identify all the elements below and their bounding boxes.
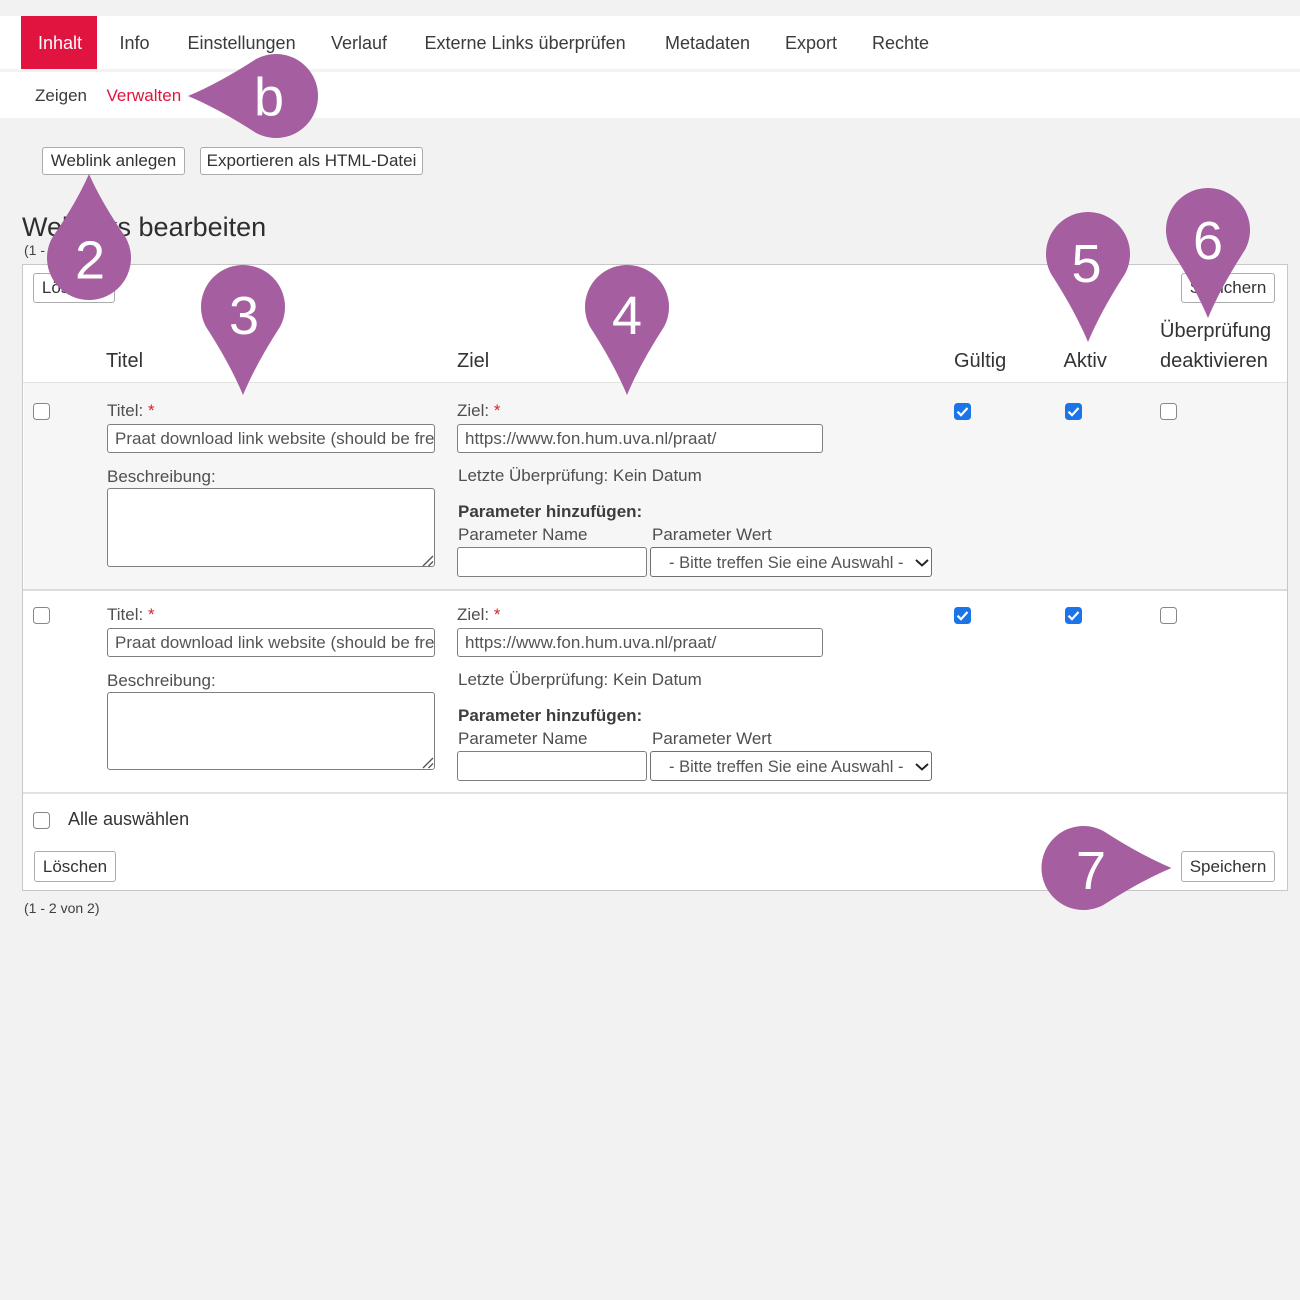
svg-text:5: 5 bbox=[1071, 234, 1101, 294]
svg-text:3: 3 bbox=[229, 286, 259, 346]
svg-text:6: 6 bbox=[1193, 211, 1223, 271]
svg-text:b: b bbox=[254, 68, 284, 128]
svg-text:4: 4 bbox=[612, 286, 642, 346]
svg-text:2: 2 bbox=[75, 231, 105, 291]
svg-text:7: 7 bbox=[1076, 841, 1106, 901]
